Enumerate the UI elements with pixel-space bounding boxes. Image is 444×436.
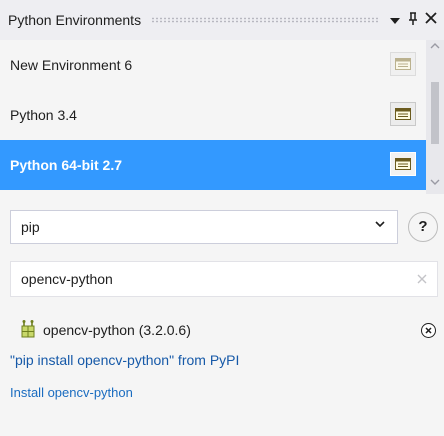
package-search-input[interactable]: opencv-python — [10, 261, 438, 297]
installed-package-row: opencv-python (3.2.0.6) — [0, 318, 444, 344]
package-name-version: opencv-python (3.2.0.6) — [43, 322, 191, 338]
environment-list-scrollbar[interactable] — [426, 40, 444, 194]
scroll-down-icon[interactable] — [426, 178, 444, 194]
package-icon — [20, 319, 36, 342]
drag-grip[interactable] — [151, 17, 378, 23]
environment-name: New Environment 6 — [10, 57, 133, 73]
view-selector-value: pip — [21, 219, 40, 235]
pin-icon[interactable] — [404, 11, 422, 29]
view-selector-row: pip ? — [0, 202, 444, 244]
view-selector-dropdown[interactable]: pip — [10, 210, 398, 244]
environment-window-icon[interactable] — [390, 52, 416, 76]
close-icon[interactable] — [422, 11, 440, 29]
scrollbar-thumb[interactable] — [431, 82, 439, 144]
environment-list: New Environment 6 Python 3.4 Python 64-b… — [0, 40, 426, 194]
panel-title: Python Environments — [8, 12, 142, 28]
package-search-value: opencv-python — [21, 271, 113, 287]
scroll-up-icon[interactable] — [426, 42, 444, 58]
install-package-link[interactable]: Install opencv-python — [10, 385, 133, 400]
uninstall-package-button[interactable] — [421, 323, 436, 338]
pip-install-from-pypi-link[interactable]: "pip install opencv-python" from PyPI — [10, 352, 239, 368]
panel-title-bar: Python Environments — [0, 0, 444, 40]
help-button[interactable]: ? — [408, 212, 438, 242]
clear-search-icon[interactable] — [417, 271, 427, 287]
environment-item-python-3-4[interactable]: Python 3.4 — [0, 90, 426, 140]
environment-window-icon[interactable] — [390, 102, 416, 126]
environment-item-new-environment-6[interactable]: New Environment 6 — [0, 40, 426, 90]
chevron-down-icon[interactable] — [375, 219, 385, 231]
environment-name: Python 3.4 — [10, 107, 77, 123]
environment-window-icon[interactable] — [390, 152, 416, 176]
environment-name: Python 64-bit 2.7 — [10, 157, 123, 173]
window-position-dropdown-icon[interactable] — [386, 13, 404, 28]
environment-item-python-64-bit-2-7[interactable]: Python 64-bit 2.7 — [0, 140, 426, 190]
